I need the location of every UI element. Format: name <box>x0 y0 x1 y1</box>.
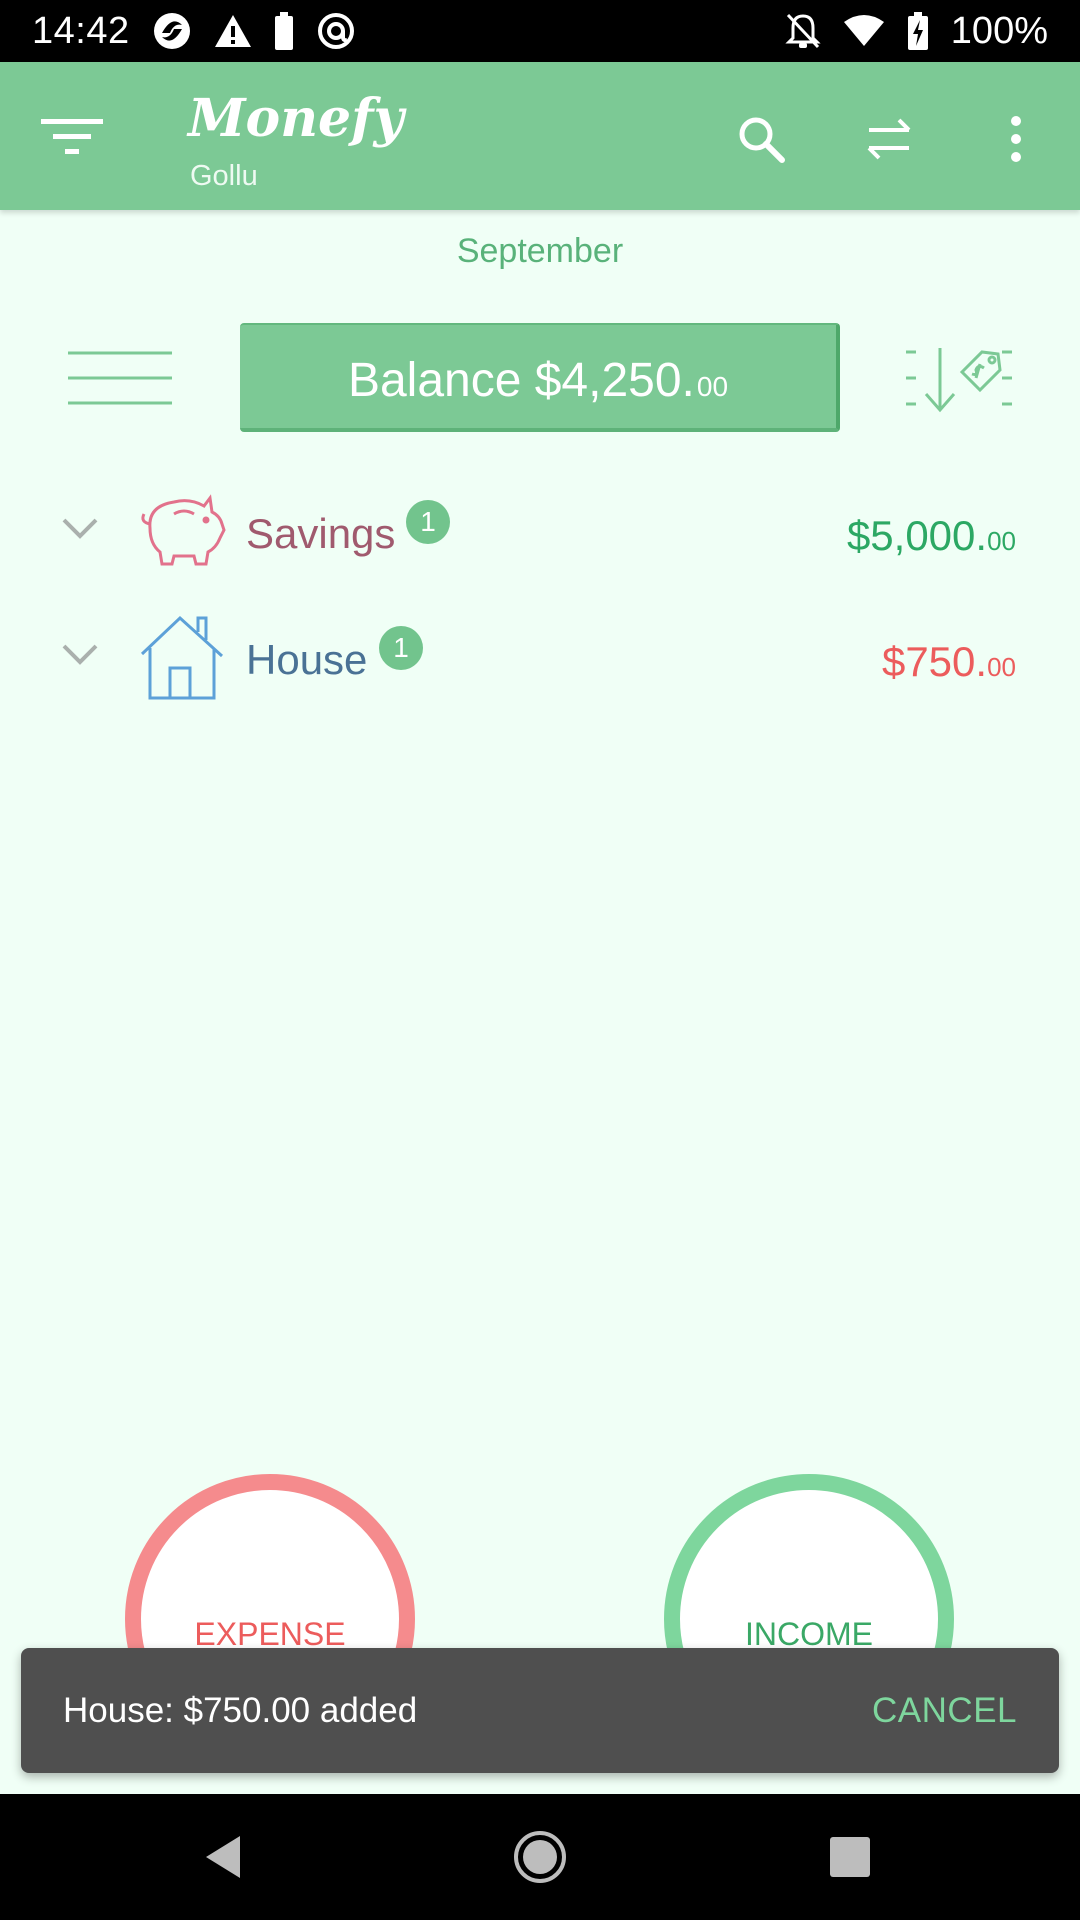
amount-main: $750. <box>881 638 988 685</box>
app-logo: Monefy <box>188 88 404 149</box>
warning-icon <box>214 13 252 49</box>
chevron-down-icon[interactable] <box>60 636 100 672</box>
mute-icon <box>785 12 821 50</box>
home-circle-icon <box>514 1831 566 1883</box>
category-amount: $750.00 <box>882 638 1016 686</box>
app-icon <box>152 11 192 51</box>
chevron-down-icon[interactable] <box>60 510 100 546</box>
screen: 14:42 100% Monefy Gollu September Balanc… <box>0 0 1080 1920</box>
chart-view-button[interactable] <box>66 350 174 406</box>
transfer-button[interactable] <box>850 100 928 178</box>
sort-price-tag-icon <box>906 348 1012 413</box>
piggy-bank-icon <box>141 494 226 566</box>
status-time: 14:42 <box>32 9 130 52</box>
balance-cents: 00 <box>696 371 729 402</box>
more-options-button[interactable] <box>977 100 1055 178</box>
list-lines-icon <box>68 351 172 405</box>
transfer-icon <box>867 118 911 160</box>
wifi-icon <box>843 14 885 48</box>
recents-button[interactable] <box>815 1822 885 1892</box>
category-amount: $5,000.00 <box>847 512 1016 560</box>
back-triangle-icon <box>206 1836 240 1878</box>
category-name: Savings <box>246 510 396 557</box>
amount-main: $5,000. <box>846 512 988 559</box>
period-label[interactable]: September <box>0 232 1080 271</box>
back-button[interactable] <box>190 1822 260 1892</box>
filter-list-icon <box>41 119 103 154</box>
app-bar: Monefy Gollu <box>0 62 1080 210</box>
home-button[interactable] <box>505 1822 575 1892</box>
category-row-house[interactable]: House 1 $750.00 <box>0 600 1080 710</box>
recents-square-icon <box>830 1837 870 1877</box>
battery-saver-icon <box>274 12 294 50</box>
amount-cents: 00 <box>987 652 1016 682</box>
battery-charging-icon <box>907 12 929 50</box>
status-bar: 14:42 100% <box>0 0 1080 62</box>
filter-menu-button[interactable] <box>30 102 114 172</box>
search-icon <box>739 117 785 163</box>
snackbar-cancel-button[interactable]: CANCEL <box>872 1691 1017 1731</box>
navigation-bar <box>0 1794 1080 1920</box>
at-sign-icon <box>316 11 356 51</box>
search-button[interactable] <box>722 100 800 178</box>
account-name[interactable]: Gollu <box>190 160 258 193</box>
count-badge: 1 <box>379 626 423 670</box>
balance-amount: Balance $4,250. <box>347 354 695 407</box>
snackbar: House: $750.00 added CANCEL <box>21 1648 1059 1773</box>
house-icon <box>140 615 224 700</box>
count-badge: 1 <box>406 500 450 544</box>
sort-button[interactable] <box>904 342 1014 414</box>
amount-cents: 00 <box>987 526 1016 556</box>
battery-percent: 100% <box>950 9 1048 52</box>
category-name: House <box>246 636 368 683</box>
category-row-savings[interactable]: Savings 1 $5,000.00 <box>0 474 1080 584</box>
more-vert-icon <box>1011 116 1021 162</box>
balance-button[interactable]: Balance $4,250. 00 <box>240 323 840 432</box>
snackbar-message: House: $750.00 added <box>63 1690 418 1730</box>
